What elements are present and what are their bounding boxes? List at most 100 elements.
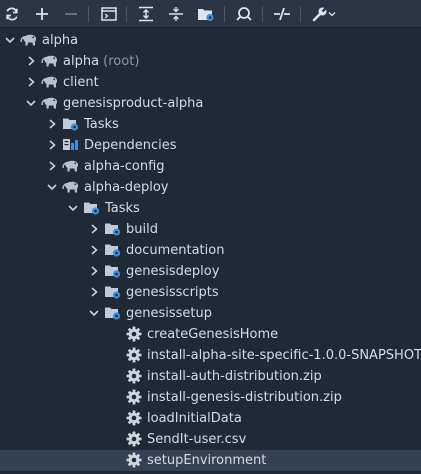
tree-node-label: genesissetup [126, 305, 212, 322]
toggle-offline-icon[interactable] [272, 4, 292, 24]
node-name: documentation [126, 243, 225, 258]
expand-all-icon[interactable] [136, 4, 156, 24]
node-name: Dependencies [84, 138, 177, 153]
tree-node[interactable]: Tasks [0, 114, 421, 135]
task-group-icon [104, 221, 122, 237]
node-name: alpha-deploy [84, 180, 169, 195]
gear-icon [125, 452, 143, 468]
chevron-down-icon[interactable] [25, 96, 37, 110]
tree-node[interactable]: genesisdeploy [0, 261, 421, 282]
tasks-folder-icon [83, 200, 101, 216]
task-item[interactable]: SendIt-user.csv [0, 429, 421, 450]
tree-node[interactable]: Tasks [0, 198, 421, 219]
task-item[interactable]: install-genesis-distribution.zip [0, 387, 421, 408]
tree-node[interactable]: genesisscripts [0, 282, 421, 303]
gear-icon [125, 389, 143, 405]
chevron-right-icon[interactable] [88, 285, 100, 299]
tree-node-label: alpha (root) [63, 53, 139, 70]
chevron-down-icon[interactable] [88, 306, 100, 320]
minus-icon[interactable] [61, 4, 81, 24]
chevron-right-icon[interactable] [25, 54, 37, 68]
tree-node[interactable]: documentation [0, 240, 421, 261]
tree-node[interactable]: client [0, 72, 421, 93]
tree-node-label: createGenesisHome [147, 326, 278, 343]
node-name: SendIt-user.csv [147, 432, 247, 447]
tree-node[interactable]: genesisproduct-alpha [0, 93, 421, 114]
tree-node-label: Tasks [84, 116, 119, 133]
toolbar-separator [300, 6, 301, 22]
task-item[interactable]: install-alpha-site-specific-1.0.0-SNAPSH… [0, 345, 421, 366]
toolbar-separator [224, 6, 225, 22]
chevron-down-icon[interactable] [327, 4, 337, 24]
elephant-icon [62, 179, 80, 195]
node-name: genesisscripts [126, 285, 219, 300]
task-group-icon [104, 263, 122, 279]
tree-node-label: alpha [42, 32, 78, 49]
refresh-icon[interactable] [2, 4, 22, 24]
node-name: alpha-config [84, 159, 165, 174]
dependencies-icon [62, 137, 80, 153]
node-name: install-alpha-site-specific-1.0.0-SNAPSH… [147, 348, 421, 363]
gradle-project-tree[interactable]: alpha alpha (root) client genesisproduct-al… [0, 30, 421, 474]
tree-node[interactable]: alpha [0, 30, 421, 51]
node-name: Tasks [105, 201, 140, 216]
tree-node-label: build [126, 221, 158, 238]
tree-node[interactable]: build [0, 219, 421, 240]
task-group-icon [104, 305, 122, 321]
tree-node-label: genesisscripts [126, 284, 219, 301]
tasks-folder-icon [62, 116, 80, 132]
tree-node[interactable]: Dependencies [0, 135, 421, 156]
node-name: install-auth-distribution.zip [147, 369, 322, 384]
tree-node[interactable]: alpha (root) [0, 51, 421, 72]
chevron-right-icon[interactable] [88, 264, 100, 278]
task-item[interactable]: createGenesisHome [0, 324, 421, 345]
tree-node-label: install-alpha-site-specific-1.0.0-SNAPSH… [147, 347, 421, 364]
tree-node-label: client [63, 74, 99, 91]
node-name: genesisproduct-alpha [63, 96, 204, 111]
tree-node-label: genesisproduct-alpha [63, 95, 203, 112]
task-item[interactable]: loadInitialData [0, 408, 421, 429]
toolbar-separator [126, 6, 127, 22]
chevron-right-icon[interactable] [46, 138, 58, 152]
chevron-down-icon[interactable] [4, 33, 16, 47]
node-name: alpha [63, 54, 100, 69]
chevron-right-icon[interactable] [25, 75, 37, 89]
tree-node[interactable]: alpha-deploy [0, 177, 421, 198]
node-name: client [63, 75, 99, 90]
tree-node-label: setupEnvironment [147, 452, 266, 469]
elephant-icon [41, 95, 59, 111]
folder-settings-icon[interactable] [196, 4, 216, 24]
toolbar-separator [262, 6, 263, 22]
chevron-right-icon[interactable] [88, 243, 100, 257]
tree-node[interactable]: alpha-config [0, 156, 421, 177]
node-name: install-genesis-distribution.zip [147, 390, 342, 405]
chevron-right-icon[interactable] [46, 117, 58, 131]
toolbar [0, 0, 421, 28]
node-name: setupEnvironment [147, 453, 267, 468]
node-name: genesissetup [126, 306, 213, 321]
toolbar-separator [88, 6, 89, 22]
gear-icon [125, 368, 143, 384]
task-item[interactable]: install-auth-distribution.zip [0, 366, 421, 387]
collapse-all-icon[interactable] [166, 4, 186, 24]
tree-node-label: documentation [126, 242, 224, 259]
tree-node-label: Dependencies [84, 137, 177, 154]
chevron-right-icon[interactable] [88, 222, 100, 236]
terminal-icon[interactable] [99, 4, 119, 24]
elephant-icon [62, 158, 80, 174]
analyze-icon[interactable] [234, 4, 254, 24]
chevron-down-icon[interactable] [67, 201, 79, 215]
gear-icon [125, 326, 143, 342]
plus-icon[interactable] [32, 4, 52, 24]
elephant-icon [41, 53, 59, 69]
gear-icon [125, 431, 143, 447]
chevron-down-icon[interactable] [46, 180, 58, 194]
task-item[interactable]: setupEnvironment [0, 450, 421, 471]
tree-node-label: install-genesis-distribution.zip [147, 389, 342, 406]
node-name: build [126, 222, 158, 237]
tree-node-label: install-auth-distribution.zip [147, 368, 322, 385]
elephant-icon [41, 74, 59, 90]
tree-node[interactable]: genesissetup [0, 303, 421, 324]
chevron-right-icon[interactable] [46, 159, 58, 173]
task-group-icon [104, 242, 122, 258]
